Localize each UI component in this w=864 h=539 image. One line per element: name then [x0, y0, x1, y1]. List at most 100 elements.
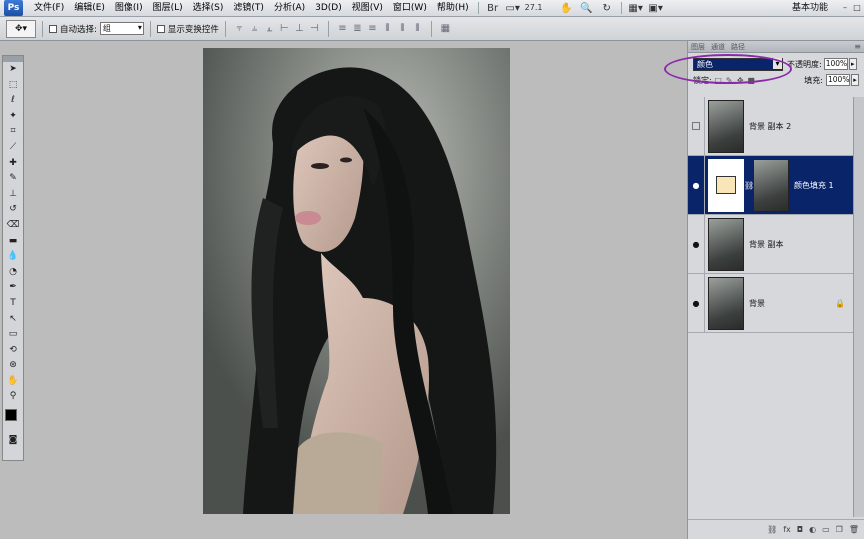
menu-file[interactable]: 文件(F) — [29, 0, 69, 17]
path-selection-tool-icon[interactable]: ↖ — [3, 312, 23, 328]
3d-orbit-tool-icon[interactable]: ⊛ — [3, 358, 23, 374]
layer-row-background-copy[interactable]: ● 背景 副本 — [688, 214, 853, 274]
panel-menu-icon[interactable]: ≡ — [854, 42, 861, 51]
eyedropper-tool-icon[interactable]: ⟋ — [3, 140, 23, 156]
lasso-tool-icon[interactable]: ℓ — [3, 93, 23, 109]
menu-window[interactable]: 窗口(W) — [388, 0, 432, 17]
fill-slider-button[interactable]: ▸ — [851, 74, 859, 86]
eye-icon[interactable]: ● — [688, 273, 705, 333]
bridge-icon[interactable]: Br — [486, 2, 500, 14]
align-right-icon[interactable]: ⊣ — [308, 23, 320, 35]
menu-filter[interactable]: 滤镜(T) — [228, 0, 269, 17]
clone-stamp-tool-icon[interactable]: ⊥ — [3, 187, 23, 203]
new-group-icon[interactable]: ▭ — [822, 525, 830, 534]
distribute-hcenter-icon[interactable]: ⦀ — [396, 23, 408, 35]
eye-icon[interactable]: ● — [688, 214, 705, 274]
distribute-vcenter-icon[interactable]: ≣ — [351, 23, 363, 35]
layer-row-color-fill-1[interactable]: ● ⛓ 颜色填充 1 — [688, 155, 853, 215]
align-hcenter-icon[interactable]: ⊥ — [293, 23, 305, 35]
lock-pixels-icon[interactable]: ✎ — [725, 76, 734, 85]
layer-name[interactable]: 背景 — [749, 298, 765, 309]
brush-tool-icon[interactable]: ✎ — [3, 171, 23, 187]
opacity-field[interactable]: 100% — [823, 58, 848, 70]
lock-all-icon[interactable]: ■ — [747, 76, 756, 85]
fill-layer-thumbnail[interactable] — [708, 158, 744, 212]
arrange-documents-icon[interactable]: ▦▾ — [628, 2, 642, 14]
link-chain-icon[interactable]: ⛓ — [744, 181, 754, 190]
zoom-icon[interactable]: 🔍 — [580, 2, 594, 14]
adjustment-layer-icon[interactable]: ◐ — [809, 525, 816, 534]
menu-image[interactable]: 图像(I) — [110, 0, 148, 17]
shape-tool-icon[interactable]: ▭ — [3, 327, 23, 343]
delete-layer-icon[interactable]: 🗑 — [849, 525, 859, 534]
menu-select[interactable]: 选择(S) — [188, 0, 229, 17]
hand-icon[interactable]: ✋ — [560, 2, 574, 14]
hand-tool-icon[interactable]: ✋ — [3, 374, 23, 390]
history-brush-tool-icon[interactable]: ↺ — [3, 202, 23, 218]
dodge-tool-icon[interactable]: ◔ — [3, 265, 23, 281]
add-mask-icon[interactable]: ◘ — [797, 525, 803, 534]
tool-preset-picker[interactable]: ✥▾ — [6, 19, 36, 38]
healing-brush-tool-icon[interactable]: ✚ — [3, 156, 23, 172]
tab-channels[interactable]: 通道 — [708, 42, 728, 52]
opacity-slider-button[interactable]: ▸ — [848, 58, 857, 70]
tab-paths[interactable]: 路径 — [728, 42, 748, 52]
maximize-icon[interactable]: □ — [852, 2, 862, 14]
align-bottom-icon[interactable]: ⫠ — [263, 23, 275, 35]
eye-icon[interactable]: ● — [688, 155, 705, 215]
show-transform-checkbox[interactable] — [156, 24, 165, 33]
eraser-tool-icon[interactable]: ⌫ — [3, 218, 23, 234]
menu-analysis[interactable]: 分析(A) — [269, 0, 310, 17]
align-vcenter-icon[interactable]: ⫨ — [248, 23, 260, 35]
lock-transparency-icon[interactable]: □ — [714, 76, 723, 85]
canvas-photo[interactable] — [203, 48, 510, 514]
link-layers-icon[interactable]: ⛓ — [767, 525, 777, 534]
marquee-tool-icon[interactable]: ⬚ — [3, 78, 23, 94]
auto-select-dropdown[interactable]: 组 — [99, 22, 144, 35]
align-left-icon[interactable]: ⊢ — [278, 23, 290, 35]
menu-3d[interactable]: 3D(D) — [310, 0, 347, 17]
visibility-toggle-icon[interactable] — [688, 96, 705, 156]
quick-mask-icon[interactable]: ◙ — [3, 433, 23, 449]
view-extras-icon[interactable]: ▭▾ — [505, 2, 519, 14]
distribute-left-icon[interactable]: ⦀ — [381, 23, 393, 35]
gradient-tool-icon[interactable]: ▬ — [3, 234, 23, 250]
menu-edit[interactable]: 编辑(E) — [69, 0, 110, 17]
layer-name[interactable]: 背景 副本 — [749, 239, 784, 250]
menu-layer[interactable]: 图层(L) — [148, 0, 188, 17]
minimize-icon[interactable]: – — [840, 2, 850, 14]
lock-position-icon[interactable]: ✥ — [736, 76, 745, 85]
3d-rotate-tool-icon[interactable]: ⟲ — [3, 343, 23, 359]
distribute-right-icon[interactable]: ⦀ — [411, 23, 423, 35]
layer-row-background[interactable]: ● 背景 🔒 — [688, 273, 853, 333]
auto-align-icon[interactable]: ▦ — [439, 23, 451, 35]
layer-name[interactable]: 背景 副本 2 — [749, 121, 791, 132]
layer-mask-thumbnail[interactable] — [753, 158, 789, 212]
fill-field[interactable]: 100% — [826, 74, 850, 86]
magic-wand-tool-icon[interactable]: ✦ — [3, 109, 23, 125]
layer-name[interactable]: 颜色填充 1 — [794, 180, 834, 191]
menu-view[interactable]: 视图(V) — [347, 0, 388, 17]
menu-help[interactable]: 帮助(H) — [432, 0, 474, 17]
layer-scrollbar[interactable] — [853, 97, 864, 517]
zoom-level[interactable]: 27.1 — [525, 2, 555, 14]
crop-tool-icon[interactable]: ⌗ — [3, 124, 23, 140]
rotate-view-icon[interactable]: ↻ — [600, 2, 614, 14]
blend-mode-dropdown[interactable]: 颜色 — [693, 57, 783, 71]
pen-tool-icon[interactable]: ✒ — [3, 280, 23, 296]
move-tool-icon[interactable]: ➤ — [3, 62, 23, 78]
auto-select-checkbox[interactable] — [49, 24, 57, 33]
tab-layers[interactable]: 图层 — [688, 42, 708, 52]
blur-tool-icon[interactable]: 💧 — [3, 249, 23, 265]
align-top-icon[interactable]: ⫧ — [233, 23, 245, 35]
zoom-tool-icon[interactable]: ⚲ — [3, 389, 23, 405]
distribute-bottom-icon[interactable]: ≡ — [366, 23, 378, 35]
new-layer-icon[interactable]: ❐ — [836, 525, 843, 534]
type-tool-icon[interactable]: T — [3, 296, 23, 312]
layer-row-background-copy-2[interactable]: 背景 副本 2 — [688, 96, 853, 156]
layer-style-icon[interactable]: fx — [783, 525, 791, 534]
distribute-top-icon[interactable]: ≡ — [336, 23, 348, 35]
screen-mode-icon[interactable]: ▣▾ — [648, 2, 662, 14]
workspace-switcher[interactable]: 基本功能 — [792, 0, 828, 17]
foreground-color-swatch[interactable] — [5, 409, 17, 422]
